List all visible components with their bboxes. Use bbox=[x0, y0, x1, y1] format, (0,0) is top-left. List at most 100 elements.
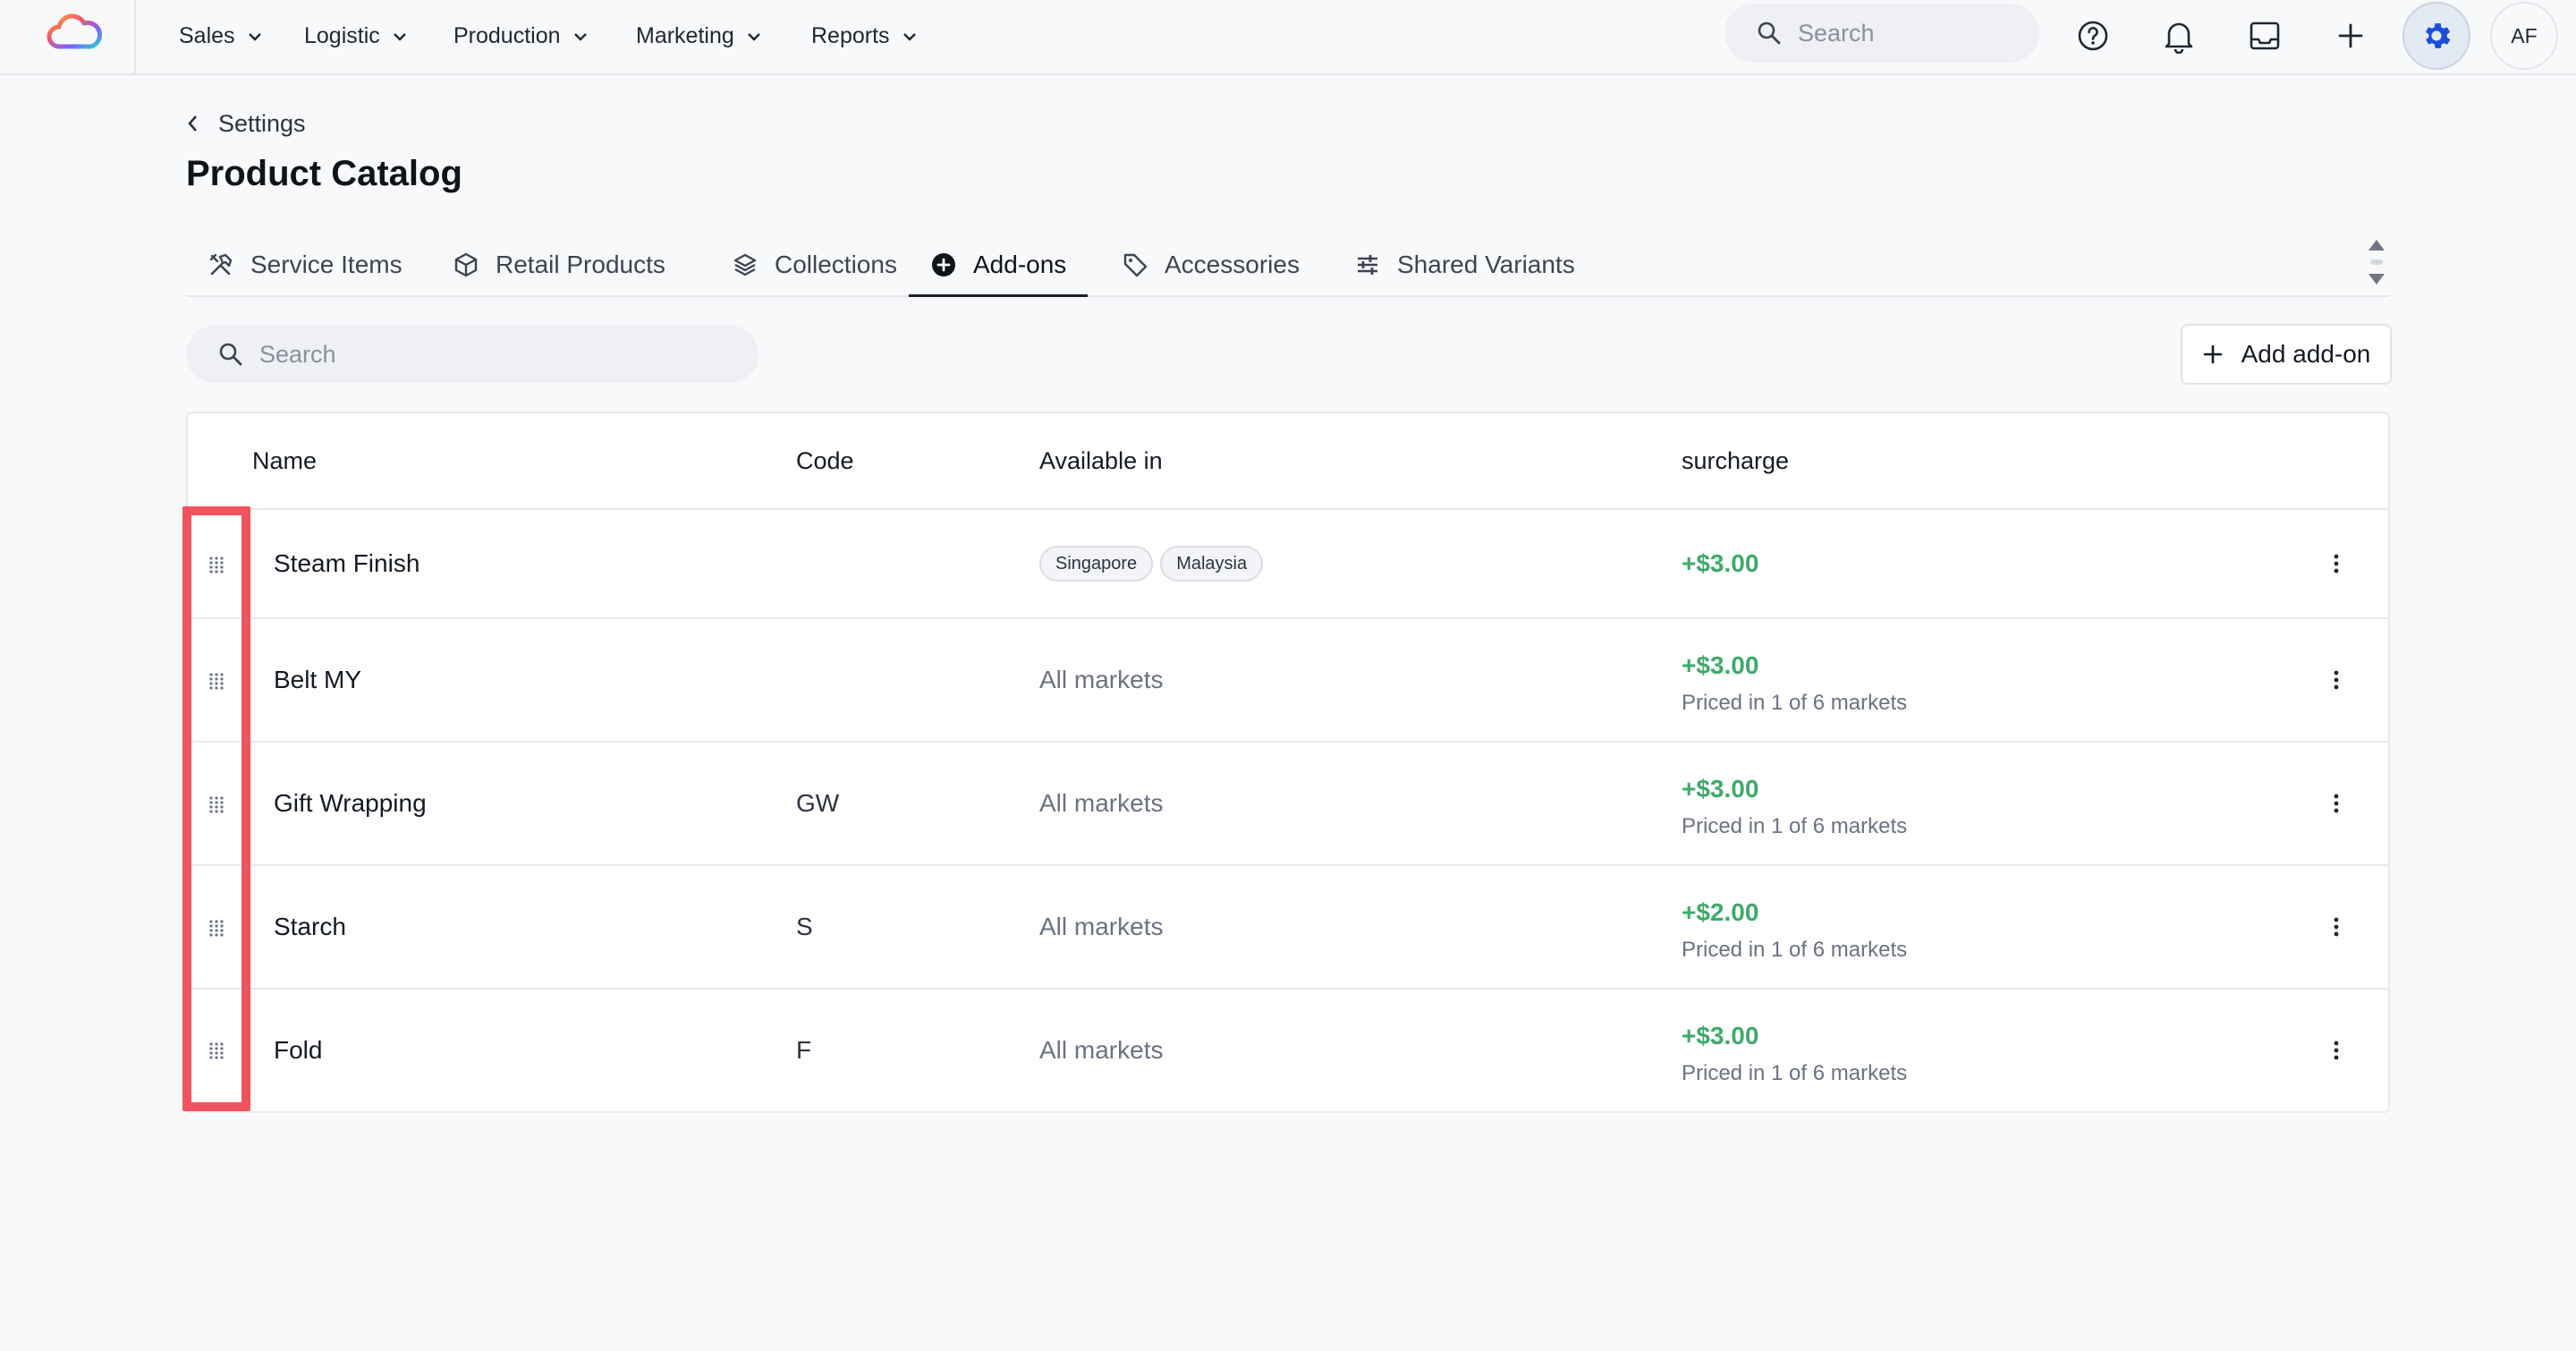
column-header-code[interactable]: Code bbox=[796, 447, 854, 475]
tab-scroll-control[interactable] bbox=[2363, 234, 2390, 293]
tab-label: Retail Products bbox=[496, 251, 665, 278]
addons-table: Name Code Available in surcharge Steam F… bbox=[186, 412, 2390, 1113]
market-chip: Singapore bbox=[1039, 546, 1154, 582]
row-menu-button[interactable] bbox=[2324, 1034, 2349, 1066]
sliders-icon bbox=[1358, 255, 1377, 275]
availability-text: All markets bbox=[1039, 789, 1164, 817]
table-row[interactable]: Gift Wrapping GW All markets +$3.00 Pric… bbox=[188, 743, 2388, 866]
plus-icon bbox=[2338, 23, 2363, 48]
add-addon-button[interactable]: Add add-on bbox=[2181, 324, 2392, 385]
nav-reports[interactable]: Reports bbox=[811, 18, 917, 54]
column-header-available[interactable]: Available in bbox=[1039, 447, 1163, 475]
more-vertical-icon bbox=[2334, 917, 2339, 937]
row-menu-button[interactable] bbox=[2324, 664, 2349, 696]
drag-handle-icon[interactable] bbox=[208, 556, 225, 574]
availability-text: All markets bbox=[1039, 1036, 1164, 1064]
settings-button[interactable] bbox=[2402, 2, 2470, 70]
surcharge-value: +$3.00 bbox=[1682, 651, 1759, 679]
tab-label: Service Items bbox=[250, 251, 402, 278]
drag-handle-icon[interactable] bbox=[208, 795, 225, 813]
addon-code: F bbox=[796, 1036, 812, 1064]
nav-sales[interactable]: Sales bbox=[179, 18, 262, 54]
priced-markets-note: Priced in 1 of 6 markets bbox=[1682, 814, 1908, 838]
tab-accessories[interactable]: Accessories bbox=[1100, 234, 1321, 295]
surcharge-value: +$3.00 bbox=[1682, 775, 1759, 803]
box-icon bbox=[454, 252, 478, 277]
cloud-logo-icon bbox=[47, 13, 102, 49]
catalog-tabs: Service Items Retail Products Collection… bbox=[186, 234, 2390, 297]
table-row[interactable]: Steam Finish Singapore Malaysia +$3.00 bbox=[188, 510, 2388, 619]
tools-icon bbox=[209, 253, 233, 276]
breadcrumb-back-settings[interactable]: Settings bbox=[186, 106, 306, 141]
chevron-down-icon bbox=[902, 33, 916, 41]
logo[interactable] bbox=[0, 0, 136, 73]
help-circle-icon bbox=[2078, 21, 2108, 51]
table-row[interactable]: Belt MY All markets +$3.00 Priced in 1 o… bbox=[188, 619, 2388, 743]
availability-text: All markets bbox=[1039, 913, 1164, 940]
notifications-button[interactable] bbox=[2150, 7, 2207, 64]
availability-text: All markets bbox=[1039, 666, 1164, 693]
chevron-left-icon bbox=[188, 115, 197, 132]
tab-label: Shared Variants bbox=[1397, 251, 1575, 278]
nav-label: Marketing bbox=[636, 22, 734, 48]
global-search[interactable] bbox=[1724, 4, 2039, 63]
add-addon-label: Add add-on bbox=[2241, 340, 2371, 368]
global-search-input[interactable] bbox=[1798, 19, 2012, 47]
drag-handle-icon[interactable] bbox=[208, 1041, 225, 1059]
column-header-name[interactable]: Name bbox=[252, 447, 317, 475]
market-chip: Malaysia bbox=[1160, 546, 1264, 582]
row-menu-button[interactable] bbox=[2324, 787, 2349, 820]
priced-markets-note: Priced in 1 of 6 markets bbox=[1682, 1061, 1908, 1085]
table-row[interactable]: Starch S All markets +$2.00 Priced in 1 … bbox=[188, 866, 2388, 990]
inbox-button[interactable] bbox=[2236, 7, 2293, 64]
nav-label: Logistic bbox=[304, 22, 380, 48]
surcharge-value: +$3.00 bbox=[1682, 549, 1759, 577]
more-vertical-icon bbox=[2334, 670, 2339, 690]
help-button[interactable] bbox=[2064, 7, 2122, 64]
chevron-down-icon bbox=[248, 33, 261, 41]
tab-add-ons[interactable]: Add-ons bbox=[909, 234, 1089, 297]
more-vertical-icon bbox=[2334, 794, 2339, 813]
plus-icon bbox=[2203, 344, 2222, 364]
nav-label: Sales bbox=[179, 22, 235, 48]
tag-icon bbox=[1123, 253, 1148, 277]
row-menu-button[interactable] bbox=[2324, 911, 2349, 943]
column-header-surcharge[interactable]: surcharge bbox=[1682, 447, 1789, 475]
tab-collections[interactable]: Collections bbox=[710, 234, 919, 295]
addon-name: Belt MY bbox=[274, 666, 362, 693]
nav-marketing[interactable]: Marketing bbox=[636, 18, 761, 54]
nav-label: Reports bbox=[811, 22, 890, 48]
tab-label: Collections bbox=[775, 251, 897, 278]
drag-handle-icon[interactable] bbox=[208, 919, 225, 937]
create-button[interactable] bbox=[2322, 7, 2379, 64]
tab-shared-variants[interactable]: Shared Variants bbox=[1333, 234, 1597, 295]
search-icon bbox=[219, 343, 242, 366]
more-vertical-icon bbox=[2334, 554, 2339, 574]
avatar[interactable]: AF bbox=[2490, 2, 2558, 70]
table-row[interactable]: Fold F All markets +$3.00 Priced in 1 of… bbox=[188, 990, 2388, 1111]
drag-handle-icon[interactable] bbox=[208, 672, 225, 690]
breadcrumb-label: Settings bbox=[218, 109, 306, 137]
addon-name: Steam Finish bbox=[274, 549, 420, 577]
tab-label: Add-ons bbox=[973, 250, 1067, 278]
tab-service-items[interactable]: Service Items bbox=[186, 234, 424, 295]
addon-name: Gift Wrapping bbox=[274, 789, 427, 817]
tab-retail-products[interactable]: Retail Products bbox=[431, 234, 687, 295]
addon-name: Starch bbox=[274, 913, 346, 940]
nav-production[interactable]: Production bbox=[453, 18, 588, 54]
plus-circle-icon bbox=[932, 252, 955, 276]
priced-markets-note: Priced in 1 of 6 markets bbox=[1682, 938, 1908, 962]
chevron-down-icon bbox=[573, 33, 587, 41]
surcharge-value: +$2.00 bbox=[1682, 898, 1759, 926]
nav-label: Production bbox=[453, 22, 561, 48]
layers-icon bbox=[733, 253, 757, 276]
addon-search-input[interactable] bbox=[259, 340, 724, 369]
tab-label: Accessories bbox=[1165, 251, 1300, 278]
surcharge-value: +$3.00 bbox=[1682, 1022, 1759, 1049]
nav-logistic[interactable]: Logistic bbox=[304, 18, 407, 54]
top-navigation-bar: Sales Logistic Production Marketing Repo… bbox=[0, 0, 2576, 75]
addon-search[interactable] bbox=[186, 326, 758, 383]
scroll-arrows-icon bbox=[2368, 240, 2385, 285]
page-title: Product Catalog bbox=[186, 154, 462, 193]
row-menu-button[interactable] bbox=[2324, 548, 2349, 580]
